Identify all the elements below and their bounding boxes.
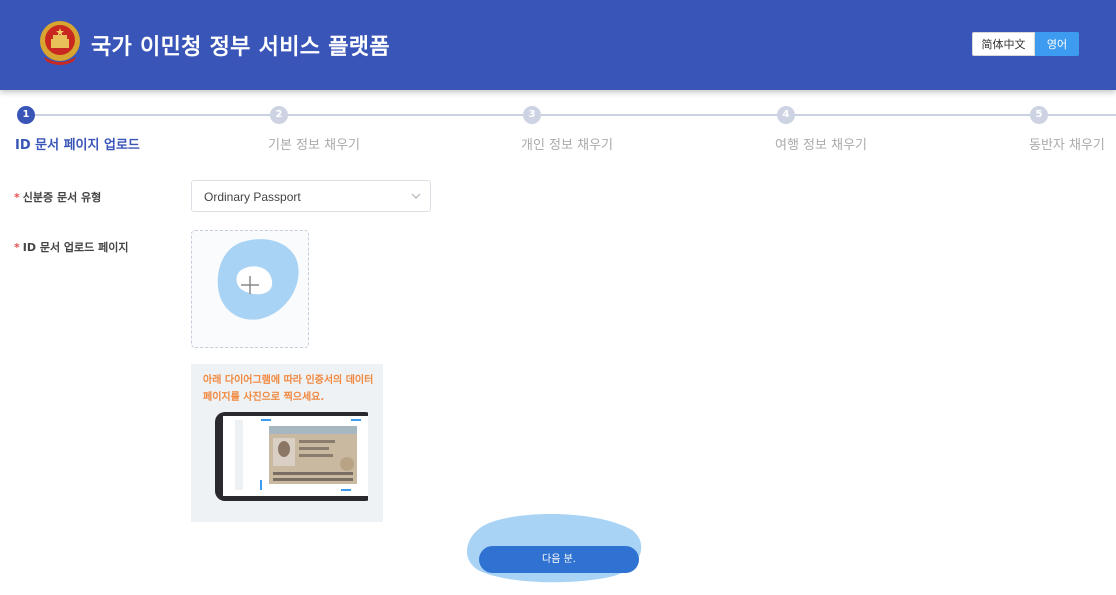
step-4-dot: 4: [777, 106, 795, 124]
plus-icon: [241, 276, 259, 294]
header: 국가 이민청 정부 서비스 플랫폼 简体中文 영어: [0, 0, 1116, 90]
step-2-label: 기본 정보 채우기: [268, 138, 360, 153]
page-title: 국가 이민청 정부 서비스 플랫폼: [91, 35, 390, 60]
chevron-down-icon: [411, 193, 421, 199]
photo-guide: 아래 다이어그램에 따라 인증서의 데이터 페이지를 사진으로 찍으세요.: [191, 364, 383, 522]
language-switcher: 简体中文 영어: [972, 32, 1079, 56]
required-mark: *: [14, 191, 20, 204]
step-5-label: 동반자 채우기: [1029, 138, 1105, 153]
upload-label: * ID 문서 업로드 페이지: [14, 239, 128, 255]
guide-text: 아래 다이어그램에 따라 인증서의 데이터 페이지를 사진으로 찍으세요.: [203, 375, 374, 403]
step-4-label: 여행 정보 채우기: [775, 138, 867, 153]
upload-area[interactable]: [191, 230, 309, 348]
step-2-dot: 2: [270, 106, 288, 124]
step-3-label: 개인 정보 채우기: [521, 138, 613, 153]
step-1-label: ID 문서 페이지 업로드: [15, 138, 140, 153]
step-1-dot: 1: [17, 106, 35, 124]
doc-type-value: Ordinary Passport: [204, 190, 301, 204]
emblem-icon: [40, 21, 80, 65]
doc-type-label-text: 신분증 문서 유형: [22, 191, 102, 204]
step-3-dot: 3: [523, 106, 541, 124]
lang-chinese-button[interactable]: 简体中文: [972, 32, 1035, 56]
doc-type-select[interactable]: Ordinary Passport: [191, 180, 431, 212]
upload-label-text: ID 문서 업로드 페이지: [22, 241, 129, 254]
doc-type-label: * 신분증 문서 유형: [14, 189, 101, 205]
phone-passport-illustration: [215, 412, 368, 501]
step-5-dot: 5: [1030, 106, 1048, 124]
required-mark: *: [14, 241, 20, 254]
lang-korean-button[interactable]: 영어: [1035, 32, 1079, 56]
next-button[interactable]: 다음 분.: [479, 546, 639, 573]
steps-progress-line: [30, 114, 1116, 116]
